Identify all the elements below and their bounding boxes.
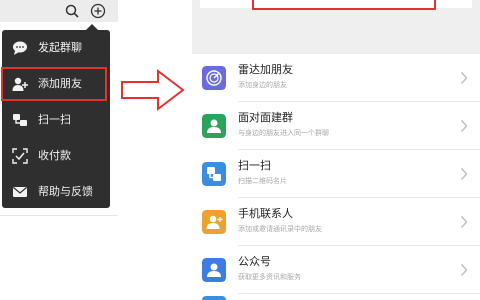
list-item-title: 扫一扫 <box>238 159 271 172</box>
menu-item-group-chat[interactable]: 发起群聊 <box>2 30 110 66</box>
menu-item-add-friend[interactable]: 添加朋友 <box>1 66 110 102</box>
scan-icon <box>202 162 226 186</box>
list-item-radar[interactable]: 雷达加朋友 添加身边的朋友 <box>192 54 480 102</box>
list-item-subtitle: 获取更多资讯和服务 <box>238 273 301 281</box>
chevron-right-icon <box>460 168 468 180</box>
list-item-subtitle: 与身边的朋友进入同一个群聊 <box>238 129 329 137</box>
menu-item-scan[interactable]: 扫一扫 <box>2 102 110 138</box>
list-item-partial <box>192 294 480 300</box>
phone-contact-icon <box>202 210 226 234</box>
list-item-subtitle: 扫描二维码名片 <box>238 177 287 185</box>
list-item-scan[interactable]: 扫一扫 扫描二维码名片 <box>192 150 480 198</box>
chevron-right-icon <box>460 216 468 228</box>
mail-icon <box>13 187 27 197</box>
right-screen: 雷达加朋友 添加身边的朋友 面对面建群 与身边的朋友进入同一个群聊 扫一扫 扫描… <box>192 0 480 300</box>
chat-bubble-icon <box>13 41 27 55</box>
group-icon <box>202 114 226 138</box>
list-item-face-to-face-group[interactable]: 面对面建群 与身边的朋友进入同一个群聊 <box>192 102 480 150</box>
highlight-box-top <box>252 0 436 10</box>
add-friend-options-list: 雷达加朋友 添加身边的朋友 面对面建群 与身边的朋友进入同一个群聊 扫一扫 扫描… <box>192 54 480 300</box>
payment-icon <box>12 148 28 164</box>
list-item-title: 手机联系人 <box>238 207 293 220</box>
chevron-right-icon <box>460 120 468 132</box>
list-item-title: 雷达加朋友 <box>238 63 293 76</box>
scan-icon <box>13 114 27 126</box>
add-friend-icon <box>12 77 28 91</box>
chevron-right-icon <box>460 264 468 276</box>
right-header-area <box>192 0 480 54</box>
plus-dropdown-menu: 发起群聊 添加朋友 扫一扫 收付款 帮助与反馈 <box>1 24 110 210</box>
menu-item-label: 收付款 <box>38 149 71 162</box>
chevron-right-icon <box>460 72 468 84</box>
list-item-subtitle: 添加或邀请通讯录中的朋友 <box>238 225 322 233</box>
partial-icon <box>202 296 226 300</box>
list-item-official-accounts[interactable]: 公众号 获取更多资讯和服务 <box>192 246 480 294</box>
left-screen: 发起群聊 添加朋友 扫一扫 收付款 帮助与反馈 <box>0 0 118 300</box>
menu-item-label: 发起群聊 <box>38 41 82 54</box>
list-item-phone-contacts[interactable]: 手机联系人 添加或邀请通讯录中的朋友 <box>192 198 480 246</box>
menu-item-payment[interactable]: 收付款 <box>2 138 110 174</box>
plus-circle-icon[interactable] <box>90 3 106 19</box>
menu-item-help-feedback[interactable]: 帮助与反馈 <box>2 174 110 210</box>
list-item-title: 公众号 <box>238 255 271 268</box>
menu-item-label: 添加朋友 <box>38 77 82 90</box>
menu-item-label: 帮助与反馈 <box>38 185 93 198</box>
search-icon[interactable] <box>64 3 80 19</box>
menu-item-label: 扫一扫 <box>38 113 71 126</box>
official-account-icon <box>202 258 226 282</box>
list-item-subtitle: 添加身边的朋友 <box>238 81 287 89</box>
divider <box>0 215 118 216</box>
list-item-title: 面对面建群 <box>238 111 293 124</box>
left-header <box>0 0 118 22</box>
right-arrow-icon <box>121 68 185 112</box>
radar-icon <box>202 66 226 90</box>
